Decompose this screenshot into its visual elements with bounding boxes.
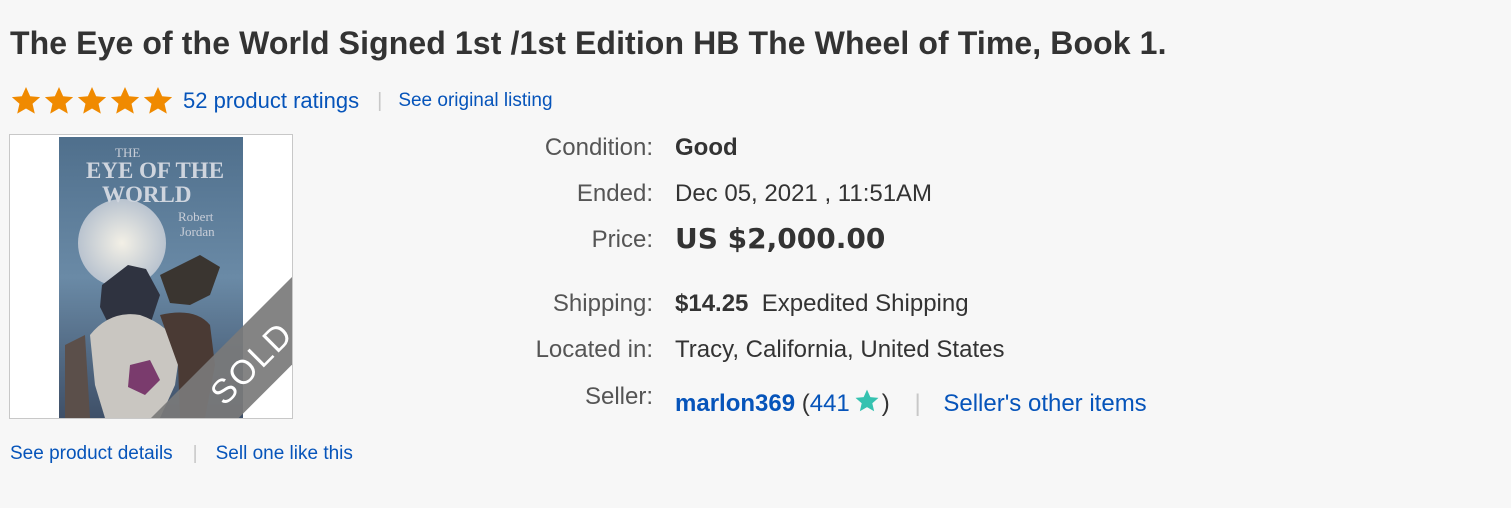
feedback-star-icon bbox=[855, 389, 879, 412]
product-image[interactable]: THE EYE OF THE WORLD Robert Jordan SOLD bbox=[9, 134, 293, 419]
shipping-value: $14.25 Expedited Shipping bbox=[675, 290, 969, 318]
divider: | bbox=[377, 89, 383, 112]
seller-label: Seller: bbox=[584, 383, 653, 410]
cover-author-text: Robert bbox=[178, 209, 214, 224]
location-label: Located in: bbox=[535, 336, 653, 363]
location-row: Located in: Tracy, California, United St… bbox=[0, 336, 1200, 366]
ended-label: Ended: bbox=[576, 180, 653, 207]
shipping-row: Shipping: $14.25 Expedited Shipping bbox=[0, 290, 1200, 320]
product-ratings-link[interactable]: 52 product ratings bbox=[183, 88, 359, 114]
star-icon bbox=[11, 87, 41, 114]
feedback-score-link[interactable]: 441 bbox=[810, 390, 850, 417]
ended-value: Dec 05, 2021 , 11:51AM bbox=[675, 180, 933, 207]
star-icon bbox=[110, 87, 140, 114]
rating-row: 52 product ratings | See original listin… bbox=[10, 84, 553, 118]
star-icon bbox=[44, 87, 74, 114]
price-row: Price: US $2,000.00 bbox=[0, 222, 1200, 256]
feedback-close-paren: ) bbox=[881, 390, 890, 417]
see-original-listing-link[interactable]: See original listing bbox=[398, 90, 552, 112]
price-label: Price: bbox=[591, 226, 653, 253]
see-product-details-link[interactable]: See product details bbox=[10, 443, 173, 465]
sell-one-like-this-link[interactable]: Sell one like this bbox=[216, 443, 353, 465]
shipping-method: Expedited Shipping bbox=[761, 290, 969, 317]
condition-row: Condition: Good bbox=[0, 134, 1200, 164]
shipping-label: Shipping: bbox=[552, 290, 653, 317]
location-value: Tracy, California, United States bbox=[675, 336, 1005, 363]
star-icon bbox=[143, 87, 173, 114]
condition-label: Condition: bbox=[544, 134, 653, 161]
shipping-cost: $14.25 bbox=[675, 290, 749, 317]
sellers-other-items-link[interactable]: Seller's other items bbox=[943, 390, 1146, 417]
feedback-open-paren: ( bbox=[801, 390, 810, 417]
seller-row: Seller: marlon369 (441) | Seller's other… bbox=[0, 383, 1200, 417]
star-rating[interactable] bbox=[10, 85, 174, 117]
seller-name-link[interactable]: marlon369 bbox=[675, 390, 795, 417]
image-links: See product details | Sell one like this bbox=[10, 443, 353, 465]
divider: | bbox=[192, 443, 198, 464]
divider: | bbox=[914, 390, 921, 417]
star-icon bbox=[77, 87, 107, 114]
book-cover-image: THE EYE OF THE WORLD Robert Jordan SOLD bbox=[10, 135, 292, 418]
seller-value: marlon369 (441) | Seller's other items bbox=[675, 388, 1147, 418]
condition-value: Good bbox=[675, 134, 738, 161]
listing-title: The Eye of the World Signed 1st /1st Edi… bbox=[10, 25, 1167, 61]
price-value: US $2,000.00 bbox=[675, 222, 886, 255]
ended-row: Ended: Dec 05, 2021 , 11:51AM bbox=[0, 180, 1200, 210]
